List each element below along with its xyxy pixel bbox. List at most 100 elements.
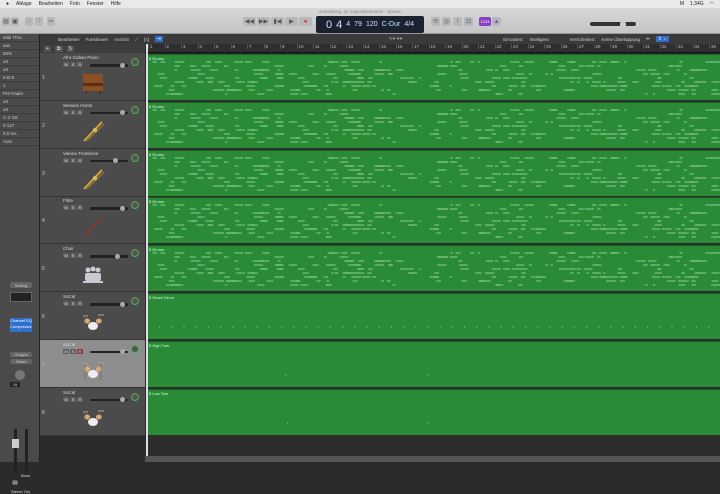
mute-button[interactable]: M <box>63 62 69 67</box>
drag-select[interactable]: Keine Überlappung <box>602 37 641 42</box>
menu-bearbeiten[interactable]: Bearbeiten <box>39 1 63 7</box>
midi-region[interactable]: 8 Drums <box>147 197 720 244</box>
record-enable-button[interactable]: R <box>77 205 83 211</box>
status-m[interactable]: M <box>680 1 684 7</box>
pointer-tool[interactable]: ↖▾ ✛▾ <box>389 36 402 42</box>
automation-icon[interactable]: ⟋ <box>135 37 138 42</box>
track-header[interactable]: 7 SoCal MSR <box>40 339 145 388</box>
track-name[interactable]: SoCal <box>63 342 75 347</box>
track-header[interactable]: 4 Flöte MSR <box>40 196 145 245</box>
lcd-display[interactable]: 0 4 4 79 120 C-Dur 4/4 <box>316 16 424 33</box>
inspector-param[interactable]: 1 <box>0 82 39 90</box>
solo-button[interactable]: S <box>70 205 76 211</box>
mute-button[interactable]: M <box>63 109 69 115</box>
inspector-param[interactable]: Auto <box>0 138 39 146</box>
track-header[interactable]: 2 Session Horns MSR <box>40 101 145 149</box>
inspector-param[interactable]: Inst 8 <box>0 74 39 82</box>
track-volume-slider[interactable] <box>90 301 128 307</box>
tuner-button[interactable]: ◎ <box>442 17 451 26</box>
menu-ablage[interactable]: Ablage <box>16 1 32 7</box>
track-name[interactable]: SoCal <box>63 390 75 395</box>
track-header[interactable]: 3 Vienna Trombone MSR <box>40 149 145 197</box>
global-solo-button[interactable]: S <box>66 45 74 52</box>
pan-knob[interactable] <box>131 249 139 258</box>
record-enable-button[interactable]: R <box>77 62 83 67</box>
to-start-button[interactable]: ▮◀ <box>271 17 284 26</box>
inspector-param[interactable]: C-2 G8 <box>0 114 39 122</box>
solo-button[interactable]: S <box>70 157 76 163</box>
pan-knob[interactable] <box>131 153 139 162</box>
eq-thumbnail[interactable] <box>10 292 32 302</box>
pan-knob[interactable] <box>131 58 139 66</box>
track-name[interactable]: Vienna Trombone <box>63 151 98 156</box>
flex-icon[interactable]: [≡] <box>144 37 149 42</box>
zoom-fit-icon[interactable]: ⇹ <box>646 36 650 42</box>
track-header[interactable]: 1 Afro-Cuban Piano MSR <box>40 53 145 101</box>
mute-button[interactable]: M <box>63 157 69 163</box>
solo-button[interactable]: S <box>70 396 76 402</box>
inspector-param[interactable]: 0,0 ms <box>0 130 39 138</box>
play-button[interactable]: ▶ <box>285 17 298 26</box>
track-name[interactable]: Flöte <box>63 198 73 203</box>
bounce-button[interactable]: Bnce <box>21 473 30 478</box>
pan-knob[interactable] <box>131 344 139 353</box>
catch-icon[interactable]: ⇥ <box>155 36 163 42</box>
solo-button[interactable]: S <box>70 62 76 67</box>
cycle-button[interactable]: ⟲ <box>431 17 440 26</box>
menu-foto[interactable]: Foto <box>70 1 80 7</box>
mute-button[interactable]: M <box>63 301 69 306</box>
horizontal-scrollbar[interactable] <box>145 456 720 462</box>
arrange-area[interactable]: 8 Drums 8 Drums 8 Drums 8 Drums 8 Drums 8 Sna… <box>145 53 720 456</box>
volume-fader[interactable] <box>12 429 19 474</box>
midi-region[interactable]: 8 High Tom <box>147 340 720 387</box>
inspector-param[interactable]: ±0 <box>0 98 39 106</box>
waveform-zoom-icon[interactable]: ⇕ ⇔ <box>655 36 670 42</box>
midi-region[interactable]: 8 Drums <box>147 245 720 292</box>
automation-mode[interactable]: Read <box>10 359 32 364</box>
track-name[interactable]: Afro-Cuban Piano <box>63 55 99 60</box>
inspector-param[interactable]: ±0 <box>0 66 39 74</box>
track-volume-slider[interactable] <box>90 349 128 355</box>
count-in-button[interactable]: ⊡ <box>464 17 473 26</box>
track-volume-slider[interactable] <box>90 158 128 164</box>
setting-button[interactable]: Setting <box>10 282 32 288</box>
solo-button[interactable]: S <box>70 253 76 259</box>
track-name[interactable]: Session Horns <box>63 103 92 108</box>
master-volume-slider[interactable] <box>590 20 636 28</box>
inspector-param[interactable]: ±0 <box>0 106 39 114</box>
group-button[interactable]: Gruppe <box>10 352 32 357</box>
mute-button[interactable]: M <box>63 348 69 354</box>
pan-knob[interactable] <box>131 297 139 305</box>
menu-hilfe[interactable]: Hilfe <box>111 1 121 7</box>
forward-button[interactable]: ▶▶ <box>257 17 270 26</box>
duplicate-track-button[interactable]: ⧉ <box>54 45 63 52</box>
view-menu[interactable]: Ansicht <box>114 37 129 42</box>
pan-knob[interactable] <box>131 201 139 210</box>
inspector-button[interactable]: ▣ <box>11 17 19 26</box>
solo-button[interactable]: S <box>70 109 76 115</box>
mute-button[interactable]: M <box>63 396 69 402</box>
record-enable-button[interactable]: R <box>77 301 83 306</box>
inspector-param[interactable]: Pre-Fader <box>0 90 39 98</box>
add-track-button[interactable]: + <box>44 45 51 52</box>
midi-region[interactable]: 8 Drums <box>147 149 720 196</box>
record-enable-button[interactable]: R <box>77 253 83 259</box>
midi-region[interactable]: 8 Drums <box>147 101 720 148</box>
apple-icon[interactable]: ● <box>6 1 9 7</box>
mute-button[interactable]: M <box>63 205 69 211</box>
inspector-param[interactable]: 0 127 <box>0 122 39 130</box>
track-name[interactable]: SoCal <box>63 294 75 299</box>
track-volume-slider[interactable] <box>90 205 128 211</box>
track-volume-slider[interactable] <box>90 110 128 116</box>
library-button[interactable]: ▤ <box>2 17 10 26</box>
solo-button[interactable]: S <box>70 301 76 306</box>
track-header[interactable]: 5 Choir MSR <box>40 244 145 293</box>
solo-button[interactable]: S <box>70 348 76 354</box>
record-button[interactable]: ● <box>299 17 312 26</box>
track-header[interactable]: 8 SoCal MSR <box>40 388 145 436</box>
midi-region[interactable]: 8 Snare Drum <box>147 293 720 339</box>
track-volume-slider[interactable] <box>90 397 128 403</box>
solo-button[interactable]: / <box>453 17 462 26</box>
count-in-1234-button[interactable]: 1234 <box>479 17 491 26</box>
ruler[interactable]: 1 2 3 4 5 6 7 8 9 10 11 12 13 14 15 16 17 18 19 20 21 22 23 24 2… <box>145 44 720 53</box>
